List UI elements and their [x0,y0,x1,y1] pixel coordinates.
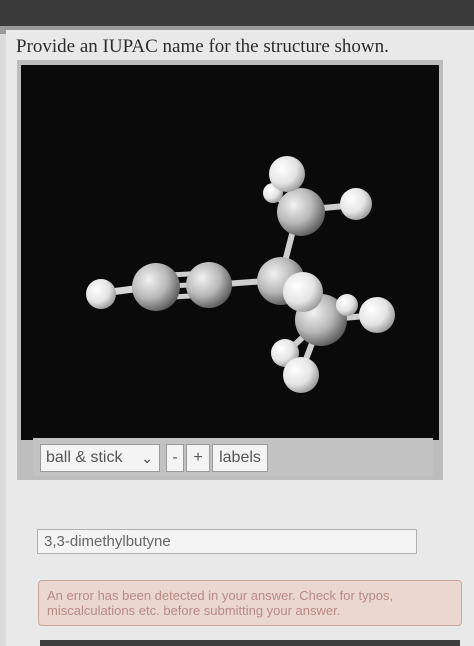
error-line-1: An error has been detected in your answe… [47,588,394,603]
carbon-atom [186,262,232,308]
browser-top-bar [0,0,474,26]
answer-input[interactable]: 3,3-dimethylbutyne [37,529,417,554]
molecule-3d-model [86,156,395,393]
carbon-atom [132,263,180,311]
zoom-in-button[interactable]: + [186,444,210,472]
bottom-edge [40,640,460,646]
hydrogen-atom [359,297,395,333]
hydrogen-atom [336,294,358,316]
render-mode-select[interactable]: ball & stick ⌄ [40,444,160,472]
atoms [86,156,395,393]
error-line-2: miscalculations etc. before submitting y… [47,603,341,618]
hydrogen-atom [269,156,305,192]
hydrogen-atom [283,272,323,312]
molecule-viewer[interactable] [21,65,439,440]
hydrogen-atom [86,279,116,309]
labels-button[interactable]: labels [212,444,268,472]
hydrogen-atom [340,188,372,220]
question-text: Provide an IUPAC name for the structure … [16,36,389,57]
render-mode-value: ball & stick [46,449,123,466]
error-message: An error has been detected in your answe… [38,580,462,626]
zoom-out-button[interactable]: - [166,444,184,472]
hydrogen-atom [283,357,319,393]
chevron-down-icon: ⌄ [141,450,153,466]
carbon-atom [277,188,325,236]
